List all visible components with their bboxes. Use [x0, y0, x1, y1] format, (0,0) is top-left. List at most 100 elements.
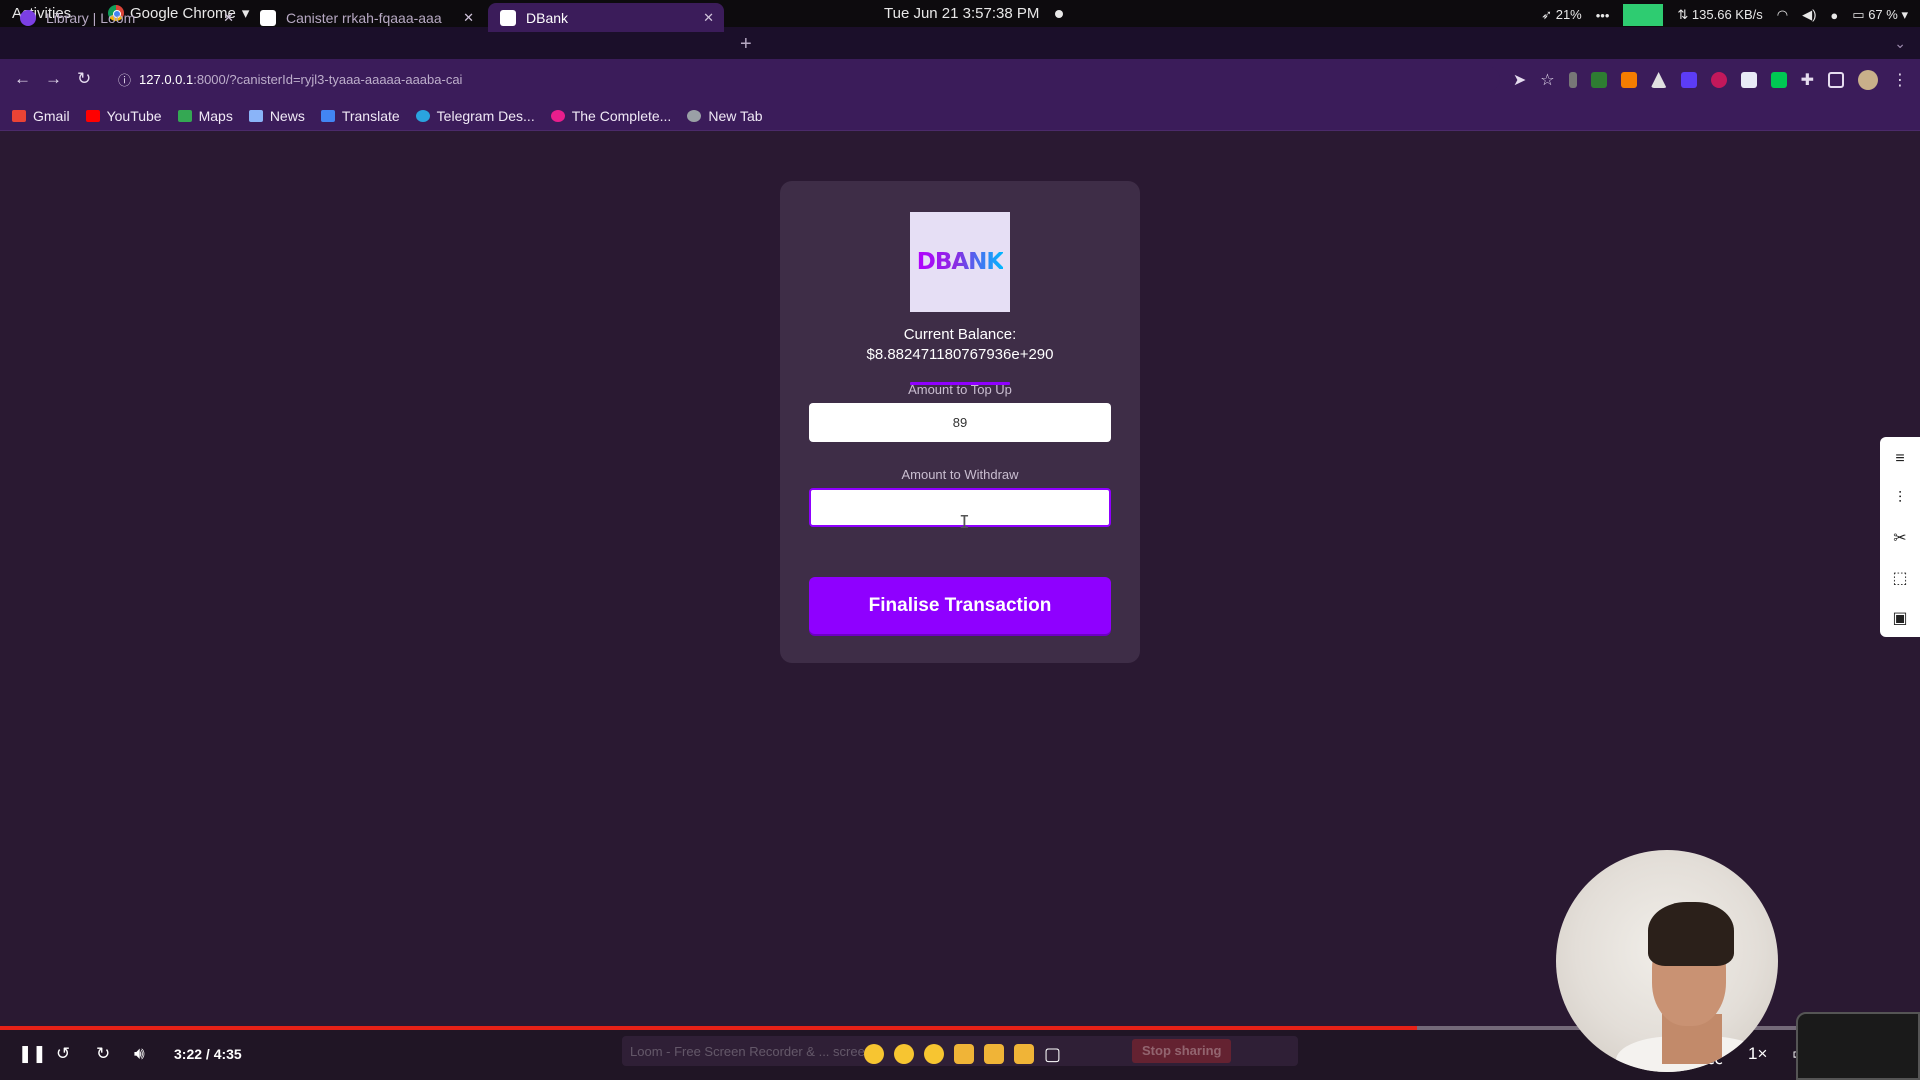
profile-avatar[interactable]	[1858, 70, 1878, 90]
gmail-icon	[12, 109, 26, 122]
forward-icon[interactable]: →	[45, 69, 62, 89]
network-speed: ⇅ 135.66 KB/s	[1677, 7, 1763, 22]
heart-eyes-emoji-icon[interactable]	[894, 1044, 914, 1064]
wifi-icon: ◠	[1776, 7, 1789, 22]
back-icon[interactable]: ←	[14, 69, 31, 89]
reaction-row: ▢	[864, 1044, 1061, 1065]
topup-label: Amount to Top Up	[908, 382, 1012, 397]
dbank-logo: DBANK	[910, 212, 1010, 312]
raised-hands-emoji-icon[interactable]	[954, 1044, 974, 1064]
balance-value: $8.882471180767936e+290	[866, 346, 1054, 363]
extensions-puzzle-icon[interactable]: ✚	[1801, 70, 1814, 90]
forward-skip-icon[interactable]: ↻	[96, 1044, 110, 1064]
close-icon[interactable]: ✕	[463, 10, 474, 26]
pointer-select-icon[interactable]: ⬚	[1890, 569, 1910, 589]
stop-sharing-button[interactable]: Stop sharing	[1132, 1039, 1232, 1063]
address-bar[interactable]: ⓘ 127.0.0.1 :8000/?canisterId=ryjl3-tyaa…	[110, 66, 1500, 92]
bookmark-new-tab[interactable]: New Tab	[687, 107, 763, 124]
tab-title: Library | Loom	[46, 9, 136, 26]
system-tray[interactable]: ➶ 21% ••• ⇅ 135.66 KB/s ◠ ◀) ● ▭ 67 % ▾	[1541, 4, 1908, 26]
close-icon[interactable]: ✕	[703, 10, 714, 26]
extension-icon[interactable]	[1568, 72, 1577, 88]
bookmark-star-icon[interactable]: ☆	[1540, 70, 1554, 90]
speedometer-icon: ➶	[1541, 7, 1553, 22]
send-tab-icon[interactable]: ➤	[1513, 70, 1526, 90]
finalise-transaction-button[interactable]: Finalise Transaction	[809, 577, 1111, 634]
bookmarks-bar: Gmail YouTube Maps News Translate Telegr…	[0, 101, 1920, 131]
side-panel-icon[interactable]	[1828, 72, 1844, 88]
loom-side-toolbar: ≡ ⫶ ✂ ⬚ ▣	[1880, 437, 1920, 637]
volume-icon[interactable]: 🔊︎	[134, 1044, 145, 1064]
menu-kebab-icon[interactable]: ⋮	[1892, 70, 1908, 90]
tab-search-icon[interactable]: ⌄	[1894, 35, 1906, 52]
extension-icon[interactable]	[1650, 72, 1667, 88]
withdraw-label: Amount to Withdraw	[901, 467, 1019, 482]
extension-icon[interactable]	[1740, 72, 1757, 88]
topup-input[interactable]	[809, 403, 1111, 442]
site-info-icon[interactable]: ⓘ	[118, 70, 131, 89]
udemy-icon	[550, 109, 565, 122]
rewind-icon[interactable]: ↺	[56, 1044, 70, 1064]
dfinity-icon	[260, 9, 276, 26]
reload-icon[interactable]: ↻	[77, 69, 91, 89]
close-icon[interactable]: ✕	[223, 10, 234, 26]
bookmark-the-complete[interactable]: The Complete...	[550, 107, 672, 124]
laughing-emoji-icon[interactable]	[864, 1044, 884, 1064]
globe-icon	[687, 109, 702, 122]
loom-banner-text: Loom - Free Screen Recorder & ... screen…	[630, 1043, 876, 1059]
battery-indicator: ▭ 67 % ▾	[1852, 7, 1908, 23]
extension-icon[interactable]	[1680, 72, 1697, 88]
thumbs-up-emoji-icon[interactable]	[984, 1044, 1004, 1064]
bookmark-label: New Tab	[708, 107, 763, 124]
cpu-value: 21%	[1555, 7, 1582, 22]
scissors-icon[interactable]: ✂	[1890, 529, 1910, 549]
extension-icon[interactable]	[1710, 72, 1727, 88]
news-icon	[248, 109, 263, 122]
more-icon[interactable]: •••	[1596, 8, 1610, 23]
menu-lines-icon[interactable]: ≡	[1890, 449, 1910, 469]
surprised-emoji-icon[interactable]	[924, 1044, 944, 1064]
bookmark-telegram[interactable]: Telegram Des...	[415, 108, 535, 124]
bookmark-gmail[interactable]: Gmail	[12, 108, 70, 124]
comment-icon[interactable]: ▢	[1044, 1044, 1061, 1065]
sliders-icon[interactable]: ⫶	[1890, 489, 1910, 509]
pause-icon[interactable]: ❚❚	[18, 1044, 47, 1064]
maps-icon	[177, 109, 192, 122]
tab-title: DBank	[526, 9, 569, 26]
balance-label: Current Balance:	[903, 326, 1017, 343]
clock-label: Tue Jun 21 3:57:38 PM	[884, 5, 1040, 22]
bookmark-news[interactable]: News	[248, 107, 305, 124]
youtube-icon	[85, 109, 100, 122]
bookmark-maps[interactable]: Maps	[177, 107, 233, 124]
extension-icon[interactable]	[1770, 72, 1787, 88]
cpu-indicator: ➶ 21%	[1541, 7, 1582, 23]
image-icon[interactable]: ▣	[1890, 609, 1910, 629]
url-path: :8000/?canisterId=ryjl3-tyaaa-aaaaa-aaab…	[193, 71, 463, 87]
clock[interactable]: Tue Jun 21 3:57:38 PM	[884, 5, 1064, 22]
tab-title: Canister rrkah-fqaaa-aaa	[286, 9, 442, 26]
webcam-bubble[interactable]	[1556, 850, 1778, 1072]
dbank-card: DBANK Current Balance: $8.88247118076793…	[780, 181, 1140, 663]
translate-icon	[320, 109, 335, 122]
dfinity-icon	[500, 9, 516, 26]
metamask-icon[interactable]	[1620, 72, 1637, 88]
bookmark-label: News	[269, 107, 305, 124]
loom-icon	[20, 9, 36, 26]
bookmark-label: The Complete...	[571, 107, 672, 124]
new-tab-button[interactable]: +	[740, 33, 752, 56]
tab-library-loom[interactable]: Library | Loom ✕	[8, 3, 244, 32]
battery-icon: ▭	[1852, 7, 1865, 22]
withdraw-field-wrapper: I	[809, 488, 1111, 533]
system-monitor-graph	[1623, 4, 1664, 26]
battery-value: 67 %	[1868, 7, 1898, 22]
bookmark-label: Gmail	[33, 107, 70, 124]
bookmark-translate[interactable]: Translate	[320, 108, 400, 124]
thumbs-down-emoji-icon[interactable]	[1014, 1044, 1034, 1064]
extension-icon[interactable]	[1590, 72, 1607, 88]
tab-canister[interactable]: Canister rrkah-fqaaa-aaa ✕	[248, 3, 484, 32]
tab-dbank[interactable]: DBank ✕	[488, 3, 724, 32]
mini-player-preview[interactable]	[1796, 1012, 1920, 1080]
bookmark-label: YouTube	[106, 107, 162, 124]
bookmark-label: Maps	[198, 107, 233, 124]
bookmark-youtube[interactable]: YouTube	[85, 107, 162, 124]
